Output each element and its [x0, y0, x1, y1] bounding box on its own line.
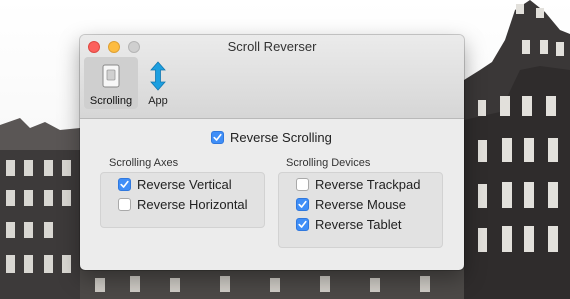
- tab-app[interactable]: App: [138, 57, 178, 109]
- reverse-trackpad-checkbox[interactable]: Reverse Trackpad: [296, 177, 421, 192]
- tab-scrolling-label: Scrolling: [89, 95, 133, 107]
- vertical-arrows-icon: [144, 61, 172, 91]
- checkbox-unchecked-icon: [118, 198, 131, 211]
- scrolling-axes-group: Reverse Vertical Reverse Horizontal: [100, 172, 265, 228]
- reverse-trackpad-label: Reverse Trackpad: [315, 177, 421, 192]
- scrolling-devices-group: Reverse Trackpad Reverse Mouse Reverse T…: [278, 172, 443, 248]
- reverse-scrolling-label: Reverse Scrolling: [230, 130, 332, 145]
- reverse-vertical-label: Reverse Vertical: [137, 177, 232, 192]
- scrolling-panel-icon: [97, 61, 125, 91]
- window-title: Scroll Reverser: [227, 39, 317, 54]
- reverse-vertical-checkbox[interactable]: Reverse Vertical: [118, 177, 232, 192]
- checkbox-checked-icon: [296, 218, 309, 231]
- preferences-toolbar: Scrolling App: [84, 57, 178, 109]
- checkbox-unchecked-icon: [296, 178, 309, 191]
- scrolling-panel: Reverse Scrolling Scrolling Axes Reverse…: [80, 119, 464, 270]
- title-bar: Scroll Reverser Scrolling App: [80, 35, 464, 119]
- checkbox-checked-icon: [211, 131, 224, 144]
- reverse-horizontal-checkbox[interactable]: Reverse Horizontal: [118, 197, 248, 212]
- preferences-window: Scroll Reverser Scrolling App Reverse Sc…: [80, 35, 464, 270]
- tab-scrolling[interactable]: Scrolling: [84, 57, 138, 109]
- reverse-scrolling-checkbox[interactable]: Reverse Scrolling: [211, 130, 332, 145]
- tab-app-label: App: [148, 95, 168, 107]
- checkbox-checked-icon: [118, 178, 131, 191]
- reverse-tablet-checkbox[interactable]: Reverse Tablet: [296, 217, 401, 232]
- reverse-mouse-checkbox[interactable]: Reverse Mouse: [296, 197, 406, 212]
- scrolling-devices-heading: Scrolling Devices: [286, 157, 371, 169]
- reverse-horizontal-label: Reverse Horizontal: [137, 197, 248, 212]
- checkbox-checked-icon: [296, 198, 309, 211]
- reverse-mouse-label: Reverse Mouse: [315, 197, 407, 212]
- reverse-tablet-label: Reverse Tablet: [315, 217, 402, 232]
- scrolling-axes-heading: Scrolling Axes: [109, 157, 179, 169]
